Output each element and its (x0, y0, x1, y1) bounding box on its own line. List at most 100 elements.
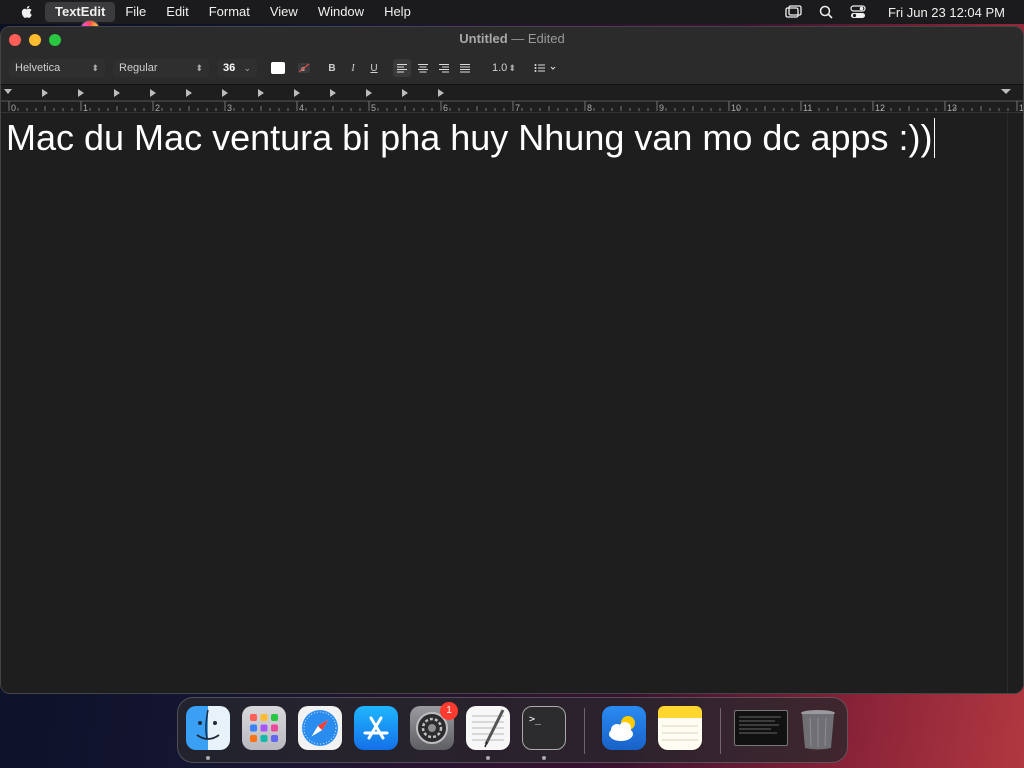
finder-running-indicator (206, 756, 210, 760)
align-right-button[interactable] (435, 59, 453, 77)
tab-stop-marker[interactable] (42, 89, 48, 97)
tab-stop-marker[interactable] (78, 89, 84, 97)
apple-logo-icon[interactable] (19, 4, 35, 20)
vertical-scrollbar[interactable] (1007, 113, 1023, 693)
tab-stop-marker[interactable] (150, 89, 156, 97)
ruler-label: 6 (443, 103, 448, 113)
textedit-window: Untitled — Edited Helvetica ⬍ Regular ⬍ … (0, 26, 1024, 694)
align-center-icon (418, 64, 428, 73)
tab-stop-marker[interactable] (294, 89, 300, 97)
ruler-label: 8 (587, 103, 592, 113)
bullet-list-icon (534, 64, 556, 72)
document-text-content: Mac du Mac ventura bi pha huy Nhung van … (6, 117, 933, 158)
italic-button[interactable]: I (344, 59, 362, 77)
ruler-label: 9 (659, 103, 664, 113)
terminal-icon[interactable]: >_ (522, 706, 566, 750)
document-title: Untitled (459, 31, 508, 46)
app-store-icon[interactable] (354, 706, 398, 750)
terminal-running-indicator (542, 756, 546, 760)
ruler-label: 13 (947, 103, 957, 113)
ruler-label: 2 (155, 103, 160, 113)
svg-text:>_: >_ (529, 714, 542, 725)
justify-button[interactable] (456, 59, 474, 77)
launchpad-icon[interactable] (242, 706, 286, 750)
textedit-running-indicator (486, 756, 490, 760)
document-text[interactable]: Mac du Mac ventura bi pha huy Nhung van … (6, 117, 935, 159)
stepper-icon: ⬍ (195, 62, 203, 73)
ruler-label: 5 (371, 103, 376, 113)
text-caret (933, 118, 935, 158)
menu-app-textedit[interactable]: TextEdit (45, 2, 116, 22)
tab-stop-marker[interactable] (402, 89, 408, 97)
font-family-value: Helvetica (15, 62, 61, 74)
dock: 1 >_ (177, 697, 848, 763)
highlight-color-icon: a (298, 63, 310, 73)
font-style-value: Regular (119, 62, 158, 74)
right-margin-marker[interactable] (1001, 89, 1011, 94)
text-color-button[interactable] (269, 59, 287, 77)
document-area[interactable]: Mac du Mac ventura bi pha huy Nhung van … (1, 113, 1009, 693)
font-style-select[interactable]: Regular ⬍ (113, 59, 209, 77)
dock-separator (720, 708, 721, 754)
menu-help[interactable]: Help (374, 2, 421, 22)
tab-stop-marker[interactable] (366, 89, 372, 97)
tab-stop-marker[interactable] (330, 89, 336, 97)
ruler-label: 0 (11, 103, 16, 113)
ruler-label: 7 (515, 103, 520, 113)
spotlight-search-icon[interactable] (816, 4, 836, 20)
minimized-window-thumbnail[interactable] (734, 710, 788, 746)
screen-mirroring-icon[interactable] (784, 4, 804, 20)
window-titlebar: Untitled — Edited Helvetica ⬍ Regular ⬍ … (1, 27, 1023, 85)
background-color-button[interactable]: a (295, 59, 313, 77)
ruler-label: 14 (1019, 103, 1024, 113)
left-indent-marker[interactable] (4, 89, 12, 94)
stepper-icon: ⬍ (508, 62, 516, 73)
align-center-button[interactable] (414, 59, 432, 77)
text-color-swatch (271, 62, 285, 74)
document-edited-status: — Edited (511, 31, 565, 46)
notes-icon[interactable] (658, 706, 702, 750)
control-center-icon[interactable] (848, 4, 868, 20)
menu-view[interactable]: View (260, 2, 308, 22)
safari-icon[interactable] (298, 706, 342, 750)
tab-stop-marker[interactable] (186, 89, 192, 97)
list-style-button[interactable] (532, 59, 560, 77)
window-title: Untitled — Edited (1, 31, 1023, 46)
font-size-select[interactable]: 36 ⌄ (217, 59, 257, 77)
font-family-select[interactable]: Helvetica ⬍ (9, 59, 105, 77)
bold-button[interactable]: B (323, 59, 341, 77)
tab-stop-marker[interactable] (258, 89, 264, 97)
ruler-label: 3 (227, 103, 232, 113)
tab-stop-marker[interactable] (222, 89, 228, 97)
menu-bar: TextEdit File Edit Format View Window He… (0, 0, 1024, 24)
ruler[interactable]: 01234567891011121314 (1, 85, 1023, 113)
menubar-clock[interactable]: Fri Jun 23 12:04 PM (888, 5, 1005, 20)
font-size-value: 36 (223, 62, 236, 74)
ruler-scale: 01234567891011121314 (1, 89, 1024, 113)
menu-format[interactable]: Format (199, 2, 260, 22)
tab-stop-marker[interactable] (438, 89, 444, 97)
justify-icon (460, 64, 470, 73)
notification-badge: 1 (440, 702, 458, 720)
tab-stop-marker[interactable] (114, 89, 120, 97)
finder-icon[interactable] (186, 706, 230, 750)
align-left-icon (397, 64, 407, 73)
line-spacing-select[interactable]: 1.0 ⬍ (486, 59, 522, 77)
ruler-label: 12 (875, 103, 885, 113)
align-left-button[interactable] (393, 59, 411, 77)
menu-edit[interactable]: Edit (156, 2, 198, 22)
menu-file[interactable]: File (115, 2, 156, 22)
trash-icon[interactable] (796, 706, 840, 750)
ruler-label: 4 (299, 103, 304, 113)
ruler-label: 10 (731, 103, 741, 113)
line-spacing-value: 1.0 (492, 62, 508, 74)
textedit-icon[interactable] (466, 706, 510, 750)
stepper-icon: ⬍ (91, 62, 99, 73)
system-settings-icon[interactable]: 1 (410, 702, 458, 750)
underline-button[interactable]: U (365, 59, 383, 77)
menu-window[interactable]: Window (308, 2, 374, 22)
chevron-down-icon: ⌄ (243, 62, 251, 73)
weather-icon[interactable] (602, 706, 646, 750)
ruler-label: 11 (803, 103, 812, 113)
dock-separator (584, 708, 585, 754)
